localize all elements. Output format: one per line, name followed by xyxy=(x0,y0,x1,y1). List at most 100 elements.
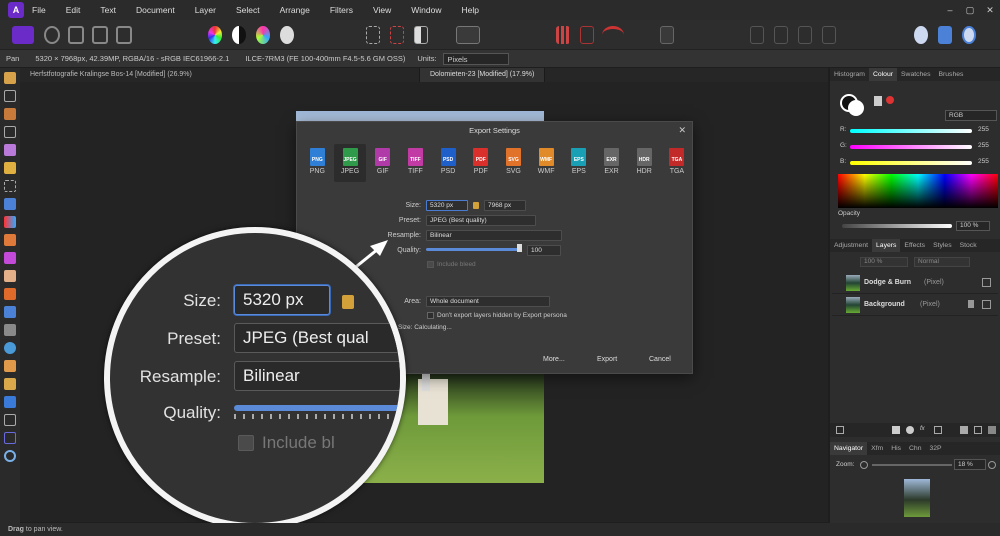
menu-arrange[interactable]: Arrange xyxy=(280,5,310,15)
size-width-input[interactable]: 5320 px xyxy=(426,200,468,211)
layer-opacity-dropdown[interactable]: 100 % xyxy=(860,257,908,267)
format-psd[interactable]: PSD PSD xyxy=(432,144,465,182)
color-spectrum[interactable] xyxy=(838,174,998,208)
format-exr[interactable]: EXR EXR xyxy=(595,144,628,182)
include-bleed-checkbox[interactable] xyxy=(427,261,434,268)
units-dropdown[interactable]: Pixels xyxy=(442,52,509,65)
minimize-icon[interactable]: – xyxy=(940,5,960,15)
picker-tool-icon[interactable] xyxy=(4,108,16,120)
mesh-tool-icon[interactable] xyxy=(4,432,16,444)
tab-navigator[interactable]: Navigator xyxy=(830,442,868,455)
dialog-close-icon[interactable]: ✕ xyxy=(678,125,686,136)
tab-histogram[interactable]: Histogram xyxy=(830,68,869,81)
area-dropdown[interactable]: Whole document xyxy=(426,296,550,307)
tab-brushes[interactable]: Brushes xyxy=(934,68,967,81)
marquee-icon[interactable] xyxy=(366,26,380,44)
cancel-button[interactable]: Cancel xyxy=(649,356,671,363)
lock-icon[interactable] xyxy=(473,202,479,209)
format-tiff[interactable]: TIFF TIFF xyxy=(399,144,432,182)
lock-icon[interactable] xyxy=(968,300,974,308)
group-icon[interactable] xyxy=(960,426,968,434)
quality-slider-handle[interactable] xyxy=(517,244,522,252)
marquee-tool-icon[interactable] xyxy=(4,180,16,192)
menu-select[interactable]: Select xyxy=(236,5,260,15)
format-gif[interactable]: GIF GIF xyxy=(366,144,399,182)
quality-input[interactable]: 100 xyxy=(527,245,561,256)
navigator-thumbnail[interactable] xyxy=(904,479,930,517)
crop-tool-icon[interactable] xyxy=(4,126,16,138)
menu-edit[interactable]: Edit xyxy=(66,5,81,15)
mask-icon[interactable] xyxy=(892,426,900,434)
menu-view[interactable]: View xyxy=(373,5,391,15)
clone-tool-icon[interactable] xyxy=(4,306,16,318)
blue-slider[interactable] xyxy=(850,161,972,165)
shape-tool-icon[interactable] xyxy=(4,396,16,408)
deselect-icon[interactable] xyxy=(390,26,404,44)
format-png[interactable]: PNG PNG xyxy=(301,144,334,182)
gradient-tool-icon[interactable] xyxy=(4,216,16,228)
opacity-input[interactable]: 100 % xyxy=(956,221,990,231)
persona-photo-icon[interactable] xyxy=(12,26,34,44)
live-filter-icon[interactable] xyxy=(934,426,942,434)
menu-window[interactable]: Window xyxy=(411,5,441,15)
studio-icon-2[interactable] xyxy=(938,26,952,44)
app-logo[interactable]: A xyxy=(8,2,24,18)
opacity-slider[interactable] xyxy=(842,224,952,228)
layer-visibility-checkbox[interactable] xyxy=(982,278,991,287)
tab-stock[interactable]: Stock xyxy=(956,239,981,252)
hsl-icon[interactable] xyxy=(256,26,270,44)
tab-adjustment[interactable]: Adjustment xyxy=(830,239,872,252)
delete-layer-icon[interactable] xyxy=(988,426,996,434)
zoom-input[interactable]: 18 % xyxy=(954,459,986,470)
tab-colour[interactable]: Colour xyxy=(868,68,898,81)
color-mode-dropdown[interactable]: RGB xyxy=(945,110,997,121)
persona-tonemap-icon[interactable] xyxy=(92,26,108,44)
menu-document[interactable]: Document xyxy=(136,5,175,15)
tab-document-2[interactable]: Dolomieten-23 [Modified] (17.9%) xyxy=(420,68,546,82)
contrast-icon[interactable] xyxy=(232,26,246,44)
healing-tool-icon[interactable] xyxy=(4,324,16,336)
menu-text[interactable]: Text xyxy=(100,5,116,15)
color-picker-icon[interactable] xyxy=(874,96,882,106)
brush-tool-icon[interactable] xyxy=(660,26,674,44)
zoom-tool-icon[interactable] xyxy=(4,450,16,462)
red-value[interactable]: 255 xyxy=(978,126,989,133)
layer-row[interactable]: Background (Pixel) xyxy=(832,294,998,316)
tab-styles[interactable]: Styles xyxy=(929,239,956,252)
tab-transform[interactable]: Xfm xyxy=(867,442,887,455)
flood-select-icon[interactable] xyxy=(4,162,16,174)
quality-slider[interactable] xyxy=(426,248,522,251)
layer-row[interactable]: Dodge & Burn (Pixel) xyxy=(832,272,998,294)
adjustment-icon[interactable] xyxy=(906,426,914,434)
erase-tool-icon[interactable] xyxy=(4,270,16,282)
tab-32p[interactable]: 32P xyxy=(925,442,945,455)
tab-layers[interactable]: Layers xyxy=(872,239,901,252)
blur-tool-icon[interactable] xyxy=(4,342,16,354)
blend-mode-dropdown[interactable]: Normal xyxy=(914,257,970,267)
blue-value[interactable]: 255 xyxy=(978,158,989,165)
green-value[interactable]: 255 xyxy=(978,142,989,149)
red-slider[interactable] xyxy=(850,129,972,133)
format-pdf[interactable]: PDF PDF xyxy=(464,144,497,182)
resample-dropdown[interactable]: Bilinear xyxy=(426,230,562,241)
close-icon[interactable]: ✕ xyxy=(980,5,1000,16)
menu-layer[interactable]: Layer xyxy=(195,5,216,15)
white-balance-icon[interactable] xyxy=(280,26,294,44)
zoom-out-icon[interactable] xyxy=(860,461,868,469)
format-tga[interactable]: TGA TGA xyxy=(661,144,694,182)
tab-effects[interactable]: Effects xyxy=(900,239,929,252)
color-replace-icon[interactable] xyxy=(4,252,16,264)
format-eps[interactable]: EPS EPS xyxy=(563,144,596,182)
paint-brush-icon[interactable] xyxy=(4,234,16,246)
tab-swatches[interactable]: Swatches xyxy=(897,68,934,81)
preset-dropdown[interactable]: JPEG (Best quality) xyxy=(426,215,536,226)
format-hdr[interactable]: HDR HDR xyxy=(628,144,661,182)
menu-filters[interactable]: Filters xyxy=(330,5,353,15)
persona-liquify-icon[interactable] xyxy=(44,26,60,44)
dodge-tool-icon[interactable] xyxy=(4,288,16,300)
export-button[interactable]: Export xyxy=(597,356,617,363)
fx-icon[interactable]: fx xyxy=(920,426,928,434)
more-button[interactable]: More... xyxy=(543,356,565,363)
format-wmf[interactable]: WMF WMF xyxy=(530,144,563,182)
add-layer-icon[interactable] xyxy=(974,426,982,434)
